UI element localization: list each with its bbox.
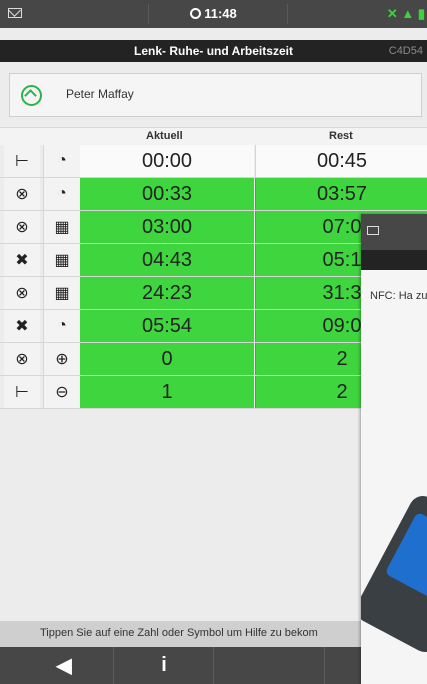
- minus-circle-icon[interactable]: ⊖: [43, 376, 80, 408]
- status-time: 11:48: [0, 6, 427, 21]
- calendar-day-icon[interactable]: ▦: [43, 244, 80, 276]
- table-header: Aktuell Rest: [0, 127, 427, 145]
- header-rest: Rest: [329, 130, 353, 142]
- device-illustration: [361, 491, 427, 657]
- clock-icon[interactable]: ◔: [43, 145, 80, 177]
- bed-icon[interactable]: ⊢: [4, 376, 40, 408]
- table-row: ⊗ ◔ 00:33 03:57: [0, 178, 427, 211]
- nav-divider: [324, 647, 325, 684]
- driver-card[interactable]: Peter Maffay: [9, 73, 422, 117]
- current-value[interactable]: 24:23: [80, 277, 254, 309]
- clock-icon: [190, 8, 202, 19]
- nfc-message: NFC: Ha zu lesen: [370, 290, 427, 302]
- back-button[interactable]: ◀: [34, 647, 94, 684]
- device-screen: [384, 511, 427, 607]
- tools-icon[interactable]: ✖: [4, 310, 40, 342]
- nav-divider: [113, 647, 114, 684]
- current-value[interactable]: 04:43: [80, 244, 254, 276]
- info-icon: i: [161, 654, 167, 676]
- mail-icon: [367, 226, 379, 235]
- current-value[interactable]: 03:00: [80, 211, 254, 243]
- nav-divider: [213, 647, 214, 684]
- signal-icon: ✕ ▲ ▮: [386, 6, 425, 21]
- nfc-overlay[interactable]: NFC: Ha zu lesen: [361, 214, 427, 684]
- current-value[interactable]: 1: [80, 376, 254, 408]
- clock-icon[interactable]: ◔: [43, 310, 80, 342]
- info-button[interactable]: i: [134, 647, 194, 684]
- arrow-left-icon: ◀: [56, 655, 72, 677]
- tools-icon[interactable]: ✖: [4, 244, 40, 276]
- rest-value[interactable]: 03:57: [255, 178, 427, 210]
- steering-wheel-icon[interactable]: ⊗: [4, 343, 40, 375]
- steering-wheel-icon[interactable]: ⊗: [4, 178, 40, 210]
- clock-icon[interactable]: ◔: [43, 178, 80, 210]
- page-title: Lenk- Ruhe- und Arbeitszeit: [134, 44, 293, 58]
- overlay-title-bar: [361, 250, 427, 270]
- header-current: Aktuell: [146, 130, 183, 142]
- rest-value[interactable]: 00:45: [255, 145, 427, 177]
- time-label: 11:48: [204, 6, 237, 21]
- table-row: ⊢ ◔ 00:00 00:45: [0, 145, 427, 178]
- plus-circle-icon[interactable]: ⊕: [43, 343, 80, 375]
- bed-icon[interactable]: ⊢: [4, 145, 40, 177]
- driving-status-icon: [21, 85, 42, 106]
- current-value[interactable]: 05:54: [80, 310, 254, 342]
- hint-text: Tippen Sie auf eine Zahl oder Symbol um …: [40, 627, 318, 639]
- current-value[interactable]: 00:33: [80, 178, 254, 210]
- steering-wheel-icon[interactable]: ⊗: [4, 211, 40, 243]
- status-bar: 11:48 ✕ ▲ ▮: [0, 0, 427, 28]
- title-bar: Lenk- Ruhe- und Arbeitszeit C4D54: [0, 40, 427, 62]
- driver-name: Peter Maffay: [66, 87, 134, 101]
- current-value[interactable]: 00:00: [80, 145, 254, 177]
- steering-wheel-icon[interactable]: ⊗: [4, 277, 40, 309]
- calendar-week-icon[interactable]: ▦: [43, 277, 80, 309]
- calendar-day-icon[interactable]: ▦: [43, 211, 80, 243]
- current-value[interactable]: 0: [80, 343, 254, 375]
- device-id: C4D54: [388, 45, 423, 57]
- overlay-status-bar: [361, 214, 427, 250]
